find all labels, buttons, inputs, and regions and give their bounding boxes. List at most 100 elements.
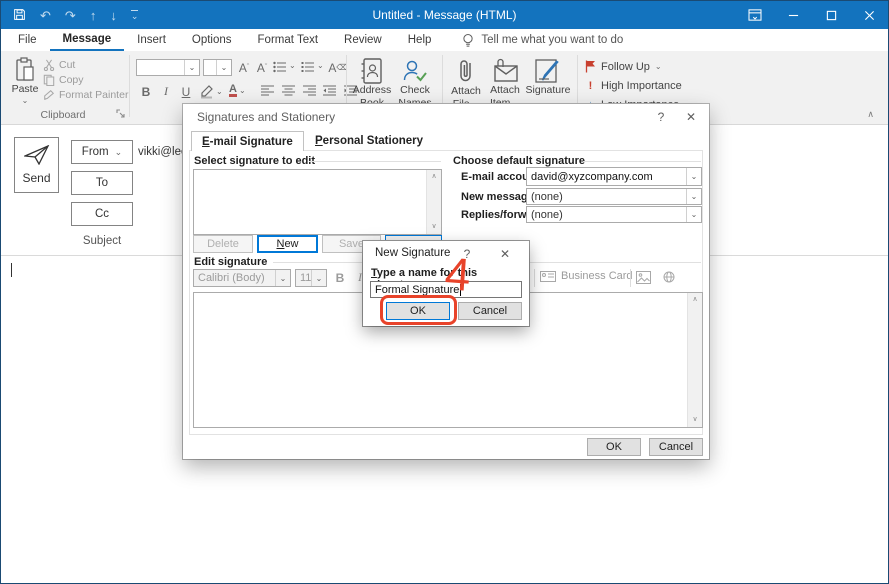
copy-button[interactable]: Copy	[43, 74, 84, 86]
edit-bold-button[interactable]: B	[331, 269, 349, 286]
subject-label: Subject	[71, 235, 133, 247]
tab-message[interactable]: Message	[50, 29, 125, 51]
chevron-down-icon[interactable]: ⌄	[686, 189, 701, 204]
clipboard-dialog-launcher-icon[interactable]	[116, 109, 126, 122]
grow-font-button[interactable]: Aˆ	[235, 59, 253, 76]
bold-button[interactable]: B	[137, 83, 155, 100]
email-account-combobox[interactable]: david@xyzcompany.com ⌄	[526, 167, 702, 186]
address-book-icon	[360, 58, 384, 84]
edit-size-combobox[interactable]: 11 ⌄	[295, 269, 327, 287]
tab-options[interactable]: Options	[179, 29, 245, 51]
scroll-down-icon[interactable]: ∨	[688, 413, 702, 427]
help-icon[interactable]: ?	[651, 110, 671, 124]
move-down-icon[interactable]: ↓	[110, 9, 117, 22]
chevron-down-icon[interactable]: ⌄	[311, 270, 326, 286]
undo-icon[interactable]: ↶	[40, 9, 51, 22]
new-button[interactable]: New	[257, 235, 318, 253]
business-card-button[interactable]: Business Card	[540, 270, 633, 282]
maximize-icon[interactable]	[812, 1, 850, 29]
new-messages-value: (none)	[527, 191, 686, 203]
tab-help[interactable]: Help	[395, 29, 445, 51]
scrollbar[interactable]: ∧ ∨	[687, 293, 702, 427]
cut-button[interactable]: Cut	[43, 59, 75, 71]
attach-file-button[interactable]: AttachFile ⌄	[448, 58, 484, 110]
scroll-up-icon[interactable]: ∧	[688, 293, 702, 307]
delete-button[interactable]: Delete	[193, 235, 253, 253]
highlight-color-button[interactable]: ⌄	[199, 84, 223, 99]
insert-hyperlink-icon[interactable]	[661, 271, 677, 286]
customize-qat-icon[interactable]: ⌄	[131, 10, 139, 21]
redo-icon[interactable]: ↷	[65, 9, 76, 22]
decrease-indent-icon[interactable]	[323, 85, 336, 96]
format-painter-label: Format Painter	[59, 89, 128, 101]
paste-button[interactable]: Paste ⌄	[9, 57, 41, 105]
check-names-label: Check	[400, 84, 430, 96]
lightbulb-icon	[462, 33, 474, 48]
alignment-buttons	[261, 85, 316, 96]
edit-font-value: Calibri (Body)	[194, 272, 275, 284]
signatures-ok-button[interactable]: OK	[587, 438, 641, 456]
italic-button[interactable]: I	[157, 83, 175, 100]
insert-picture-icon[interactable]	[636, 271, 651, 287]
minimize-icon[interactable]	[774, 1, 812, 29]
high-importance-icon: !	[585, 80, 596, 92]
close-icon[interactable]	[850, 1, 888, 29]
tab-personal-stationery[interactable]: Personal Stationery	[305, 131, 433, 151]
close-icon[interactable]: ✕	[495, 247, 515, 261]
align-right-icon[interactable]	[303, 85, 316, 96]
align-center-icon[interactable]	[282, 85, 295, 96]
save-icon[interactable]	[13, 8, 26, 23]
high-importance-button[interactable]: ! High Importance	[585, 76, 682, 95]
text-cursor	[11, 263, 12, 277]
clear-formatting-button[interactable]: A⌫	[329, 59, 347, 76]
signatures-cancel-button[interactable]: Cancel	[649, 438, 703, 456]
close-icon[interactable]: ✕	[681, 110, 701, 124]
collapse-ribbon-icon[interactable]: ∧	[867, 109, 874, 120]
chevron-down-icon[interactable]: ⌄	[686, 168, 701, 185]
replies-forwards-combobox[interactable]: (none) ⌄	[526, 206, 702, 223]
highlighter-icon	[199, 84, 214, 99]
underline-button[interactable]: U	[177, 83, 195, 100]
tab-format-text[interactable]: Format Text	[245, 29, 332, 51]
chevron-down-icon[interactable]: ⌄	[216, 60, 231, 75]
tell-me-label: Tell me what you want to do	[481, 34, 623, 46]
ribbon-display-options-icon[interactable]	[736, 1, 774, 29]
signature-button[interactable]: Signature⌄	[526, 58, 570, 109]
tab-review[interactable]: Review	[331, 29, 395, 51]
bullets-icon	[273, 61, 287, 73]
chevron-down-icon[interactable]: ⌄	[686, 207, 701, 222]
scrollbar[interactable]: ∧ ∨	[426, 170, 441, 234]
tell-me-box[interactable]: Tell me what you want to do	[462, 33, 623, 48]
chevron-down-icon[interactable]: ⌄	[275, 270, 290, 286]
move-up-icon[interactable]: ↑	[90, 9, 97, 22]
new-messages-combobox[interactable]: (none) ⌄	[526, 188, 702, 205]
cc-button[interactable]: Cc	[71, 202, 133, 226]
tab-email-signature[interactable]: E-mail Signature	[191, 131, 304, 151]
bullets-button[interactable]: ⌄	[273, 61, 296, 73]
shrink-font-button[interactable]: Aˇ	[253, 59, 271, 76]
annotation-step-number: 4	[443, 250, 472, 298]
to-button[interactable]: To	[71, 171, 133, 195]
send-button[interactable]: Send	[14, 137, 59, 193]
align-left-icon[interactable]	[261, 85, 274, 96]
chevron-down-icon[interactable]: ⌄	[184, 60, 199, 75]
tab-insert[interactable]: Insert	[124, 29, 179, 51]
scroll-down-icon[interactable]: ∨	[427, 220, 441, 234]
scroll-up-icon[interactable]: ∧	[427, 170, 441, 184]
font-name-combobox[interactable]: ⌄	[136, 59, 200, 76]
font-size-combobox[interactable]: ⌄	[203, 59, 232, 76]
follow-up-button[interactable]: Follow Up⌄	[585, 57, 682, 76]
email-account-value: david@xyzcompany.com	[527, 171, 686, 183]
attach-item-button[interactable]: AttachItem ⌄	[486, 58, 524, 109]
toolbar-separator	[630, 269, 631, 287]
font-color-button[interactable]: A⌄	[229, 84, 246, 97]
address-book-button[interactable]: AddressBook	[351, 58, 393, 109]
tab-file[interactable]: File	[5, 29, 50, 51]
edit-font-combobox[interactable]: Calibri (Body) ⌄	[193, 269, 291, 287]
format-painter-button[interactable]: Format Painter	[43, 89, 128, 101]
signature-listbox[interactable]: ∧ ∨	[193, 169, 442, 235]
numbering-button[interactable]: ⌄	[301, 61, 324, 73]
check-names-button[interactable]: CheckNames	[395, 58, 435, 109]
from-button[interactable]: From⌄	[71, 140, 133, 164]
new-signature-cancel-button[interactable]: Cancel	[458, 302, 522, 320]
